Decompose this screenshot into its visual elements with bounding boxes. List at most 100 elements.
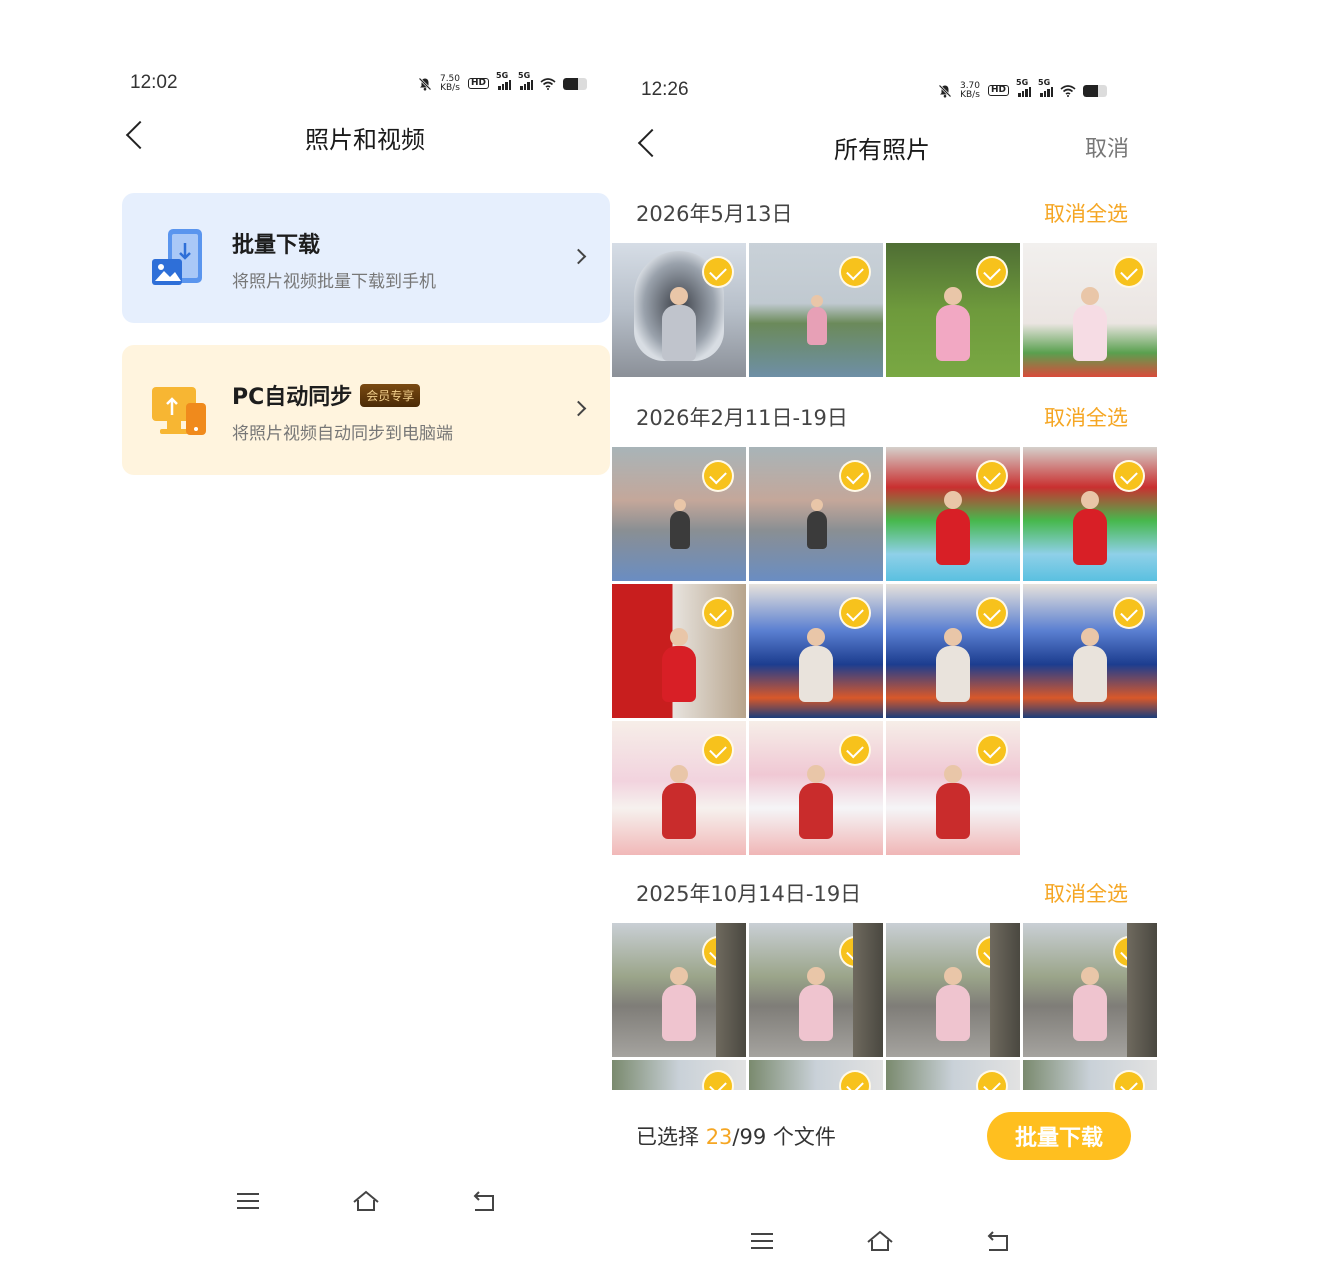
person-figure bbox=[936, 628, 970, 702]
selected-check-icon[interactable] bbox=[976, 936, 1008, 968]
selected-check-icon[interactable] bbox=[839, 597, 871, 629]
photo-thumbnail[interactable] bbox=[1023, 243, 1157, 377]
photo-thumbnail[interactable] bbox=[749, 243, 883, 377]
photo-thumbnail[interactable] bbox=[749, 584, 883, 718]
photo-thumbnail[interactable] bbox=[612, 447, 746, 581]
batch-download-button[interactable]: 批量下载 bbox=[987, 1112, 1131, 1160]
home-icon[interactable] bbox=[346, 1186, 386, 1216]
photo-thumbnail[interactable] bbox=[749, 1060, 883, 1090]
chevron-right-icon bbox=[570, 400, 587, 417]
person-figure bbox=[807, 499, 827, 549]
person-figure bbox=[1073, 287, 1107, 361]
back-nav-icon[interactable] bbox=[978, 1226, 1018, 1256]
selected-check-icon[interactable] bbox=[1113, 1070, 1145, 1090]
photo-thumbnail[interactable] bbox=[1023, 1060, 1157, 1090]
photo-grid bbox=[612, 243, 1157, 377]
back-button[interactable] bbox=[637, 128, 667, 158]
photos-videos-screen: 12:02 7.50 KB/s HD 5G 5G 照片和视频 批量下载 将照片视… bbox=[0, 0, 612, 1280]
vip-badge: 会员专享 bbox=[360, 383, 421, 407]
selected-check-icon[interactable] bbox=[839, 936, 871, 968]
photo-thumbnail[interactable] bbox=[749, 721, 883, 855]
selected-check-icon[interactable] bbox=[976, 734, 1008, 766]
photo-thumbnail[interactable] bbox=[886, 447, 1020, 581]
phone-download-icon bbox=[150, 229, 210, 289]
status-time: 12:02 bbox=[130, 72, 178, 93]
selected-check-icon[interactable] bbox=[976, 1070, 1008, 1090]
menu-icon[interactable] bbox=[742, 1226, 782, 1256]
hd-icon: HD bbox=[468, 78, 490, 90]
system-nav-bar bbox=[742, 1226, 1018, 1256]
deselect-all-button[interactable]: 取消全选 bbox=[1044, 878, 1128, 908]
photo-thumbnail[interactable] bbox=[886, 584, 1020, 718]
selected-check-icon[interactable] bbox=[1113, 936, 1145, 968]
photo-thumbnail[interactable] bbox=[1023, 447, 1157, 581]
selected-check-icon[interactable] bbox=[702, 256, 734, 288]
selected-check-icon[interactable] bbox=[976, 256, 1008, 288]
hd-icon: HD bbox=[988, 85, 1010, 97]
photo-thumbnail[interactable] bbox=[886, 923, 1020, 1057]
photo-grid bbox=[612, 923, 1157, 1090]
person-figure bbox=[662, 967, 696, 1041]
photo-thumbnail[interactable] bbox=[886, 243, 1020, 377]
selected-check-icon[interactable] bbox=[1113, 256, 1145, 288]
card-subtitle: 将照片视频自动同步到电脑端 bbox=[232, 424, 453, 444]
deselect-all-button[interactable]: 取消全选 bbox=[1044, 198, 1128, 228]
photo-thumbnail[interactable] bbox=[886, 1060, 1020, 1090]
card-title: PC自动同步 会员专享 bbox=[232, 379, 421, 411]
deselect-all-button[interactable]: 取消全选 bbox=[1044, 402, 1128, 432]
selected-check-icon[interactable] bbox=[702, 1070, 734, 1090]
signal-5g-icon: 5G bbox=[518, 71, 534, 90]
photo-thumbnail[interactable] bbox=[612, 721, 746, 855]
photo-thumbnail[interactable] bbox=[749, 447, 883, 581]
person-figure bbox=[936, 967, 970, 1041]
photo-grid bbox=[612, 447, 1157, 855]
person-figure bbox=[1073, 491, 1107, 565]
selected-check-icon[interactable] bbox=[976, 597, 1008, 629]
battery-icon bbox=[1083, 84, 1108, 97]
selected-check-icon[interactable] bbox=[839, 256, 871, 288]
person-figure bbox=[799, 765, 833, 839]
photo-thumbnail[interactable] bbox=[749, 923, 883, 1057]
pc-sync-card[interactable]: PC自动同步 会员专享 将照片视频自动同步到电脑端 bbox=[122, 345, 610, 475]
home-icon[interactable] bbox=[860, 1226, 900, 1256]
selected-check-icon[interactable] bbox=[702, 460, 734, 492]
page-title: 照片和视频 bbox=[305, 126, 425, 154]
person-figure bbox=[1073, 628, 1107, 702]
signal-5g-icon: 5G bbox=[496, 71, 512, 90]
photo-thumbnail[interactable] bbox=[612, 923, 746, 1057]
selected-check-icon[interactable] bbox=[702, 734, 734, 766]
photo-thumbnail[interactable] bbox=[886, 721, 1020, 855]
selected-check-icon[interactable] bbox=[976, 460, 1008, 492]
pc-sync-icon bbox=[150, 381, 210, 441]
person-figure bbox=[799, 967, 833, 1041]
person-figure bbox=[662, 628, 696, 702]
selected-check-icon[interactable] bbox=[839, 1070, 871, 1090]
selected-check-icon[interactable] bbox=[702, 597, 734, 629]
selected-check-icon[interactable] bbox=[1113, 460, 1145, 492]
selected-check-icon[interactable] bbox=[1113, 597, 1145, 629]
cancel-button[interactable]: 取消 bbox=[1085, 131, 1129, 163]
selected-check-icon[interactable] bbox=[839, 460, 871, 492]
selected-check-icon[interactable] bbox=[702, 936, 734, 968]
mute-bell-icon bbox=[418, 77, 432, 91]
section-date: 2025年10月14日-19日 bbox=[636, 882, 862, 906]
person-figure bbox=[662, 287, 696, 361]
section-date: 2026年2月11日-19日 bbox=[636, 406, 848, 430]
back-button[interactable] bbox=[125, 120, 155, 150]
person-figure bbox=[670, 499, 690, 549]
batch-download-card[interactable]: 批量下载 将照片视频批量下载到手机 bbox=[122, 193, 610, 323]
status-icons: 7.50 KB/s HD 5G 5G bbox=[418, 71, 588, 92]
photo-thumbnail[interactable] bbox=[612, 1060, 746, 1090]
status-icons: 3.70 KB/s HD 5G 5G bbox=[938, 78, 1108, 99]
photo-thumbnail[interactable] bbox=[612, 243, 746, 377]
menu-icon[interactable] bbox=[228, 1186, 268, 1216]
card-subtitle: 将照片视频批量下载到手机 bbox=[232, 272, 436, 292]
person-figure bbox=[662, 765, 696, 839]
photo-thumbnail[interactable] bbox=[1023, 923, 1157, 1057]
photo-thumbnail[interactable] bbox=[1023, 584, 1157, 718]
selected-check-icon[interactable] bbox=[839, 734, 871, 766]
photo-thumbnail[interactable] bbox=[612, 584, 746, 718]
mute-bell-icon bbox=[938, 84, 952, 98]
back-nav-icon[interactable] bbox=[464, 1186, 504, 1216]
person-figure bbox=[936, 491, 970, 565]
